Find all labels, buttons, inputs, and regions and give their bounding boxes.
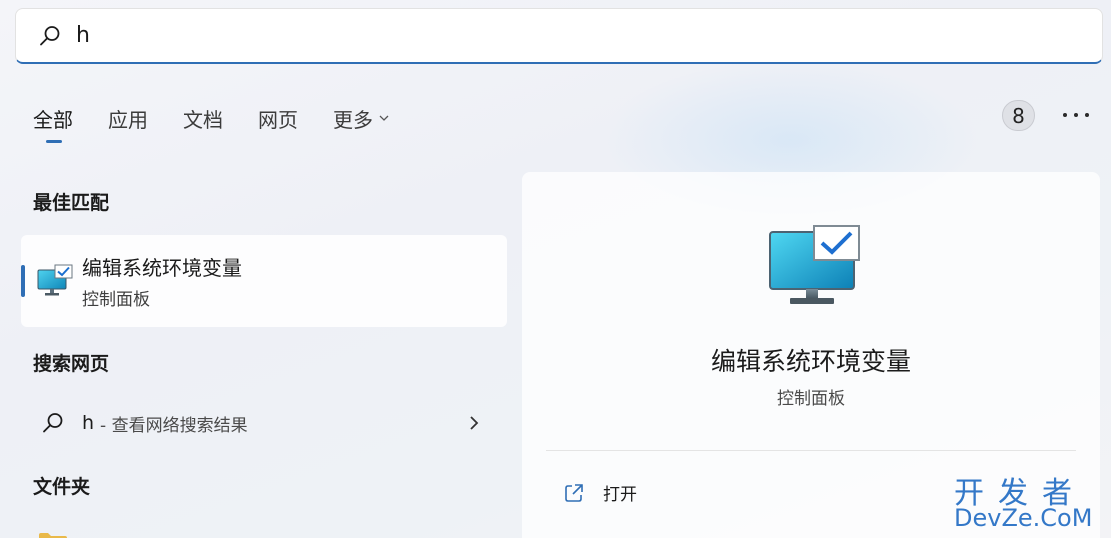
selection-indicator <box>21 265 25 297</box>
web-search-term: h <box>82 412 95 434</box>
detail-subtitle: 控制面板 <box>777 389 845 409</box>
search-bar[interactable] <box>15 8 1103 64</box>
folders-heading: 文件夹 <box>33 476 91 498</box>
system-properties-icon <box>769 225 860 304</box>
best-match-item[interactable]: 编辑系统环境变量 控制面板 <box>21 235 507 327</box>
search-icon <box>43 413 63 433</box>
result-count-badge[interactable]: 8 <box>1002 100 1035 131</box>
tab-documents[interactable]: 文档 <box>183 103 223 133</box>
tab-all[interactable]: 全部 <box>33 103 73 143</box>
dot-icon <box>1063 113 1067 117</box>
best-match-title: 编辑系统环境变量 <box>82 256 242 280</box>
tab-more[interactable]: 更多 <box>333 103 390 133</box>
watermark-text-bottom: DevZe.CoM <box>954 504 1093 532</box>
search-icon <box>40 25 60 45</box>
folder-result[interactable] <box>33 527 507 538</box>
tab-apps[interactable]: 应用 <box>108 103 148 133</box>
tab-web[interactable]: 网页 <box>258 103 298 133</box>
best-match-subtitle: 控制面板 <box>82 290 150 310</box>
detail-title: 编辑系统环境变量 <box>710 347 911 376</box>
watermark-logo: 开发者 DevZe.CoM <box>952 468 1102 532</box>
open-action[interactable]: 打开 <box>564 480 637 505</box>
dot-icon <box>1074 113 1078 117</box>
system-properties-icon <box>37 264 73 296</box>
search-input[interactable] <box>76 23 976 48</box>
chevron-down-icon <box>379 115 389 121</box>
web-search-result[interactable]: h - 查看网络搜索结果 <box>21 400 507 446</box>
open-label: 打开 <box>603 485 637 505</box>
web-search-hint: - 查看网络搜索结果 <box>100 415 248 436</box>
more-options-button[interactable] <box>1063 104 1089 126</box>
divider <box>546 450 1076 451</box>
chevron-right-icon <box>470 416 479 430</box>
dot-icon <box>1085 113 1089 117</box>
best-match-heading: 最佳匹配 <box>33 192 110 214</box>
web-search-heading: 搜索网页 <box>33 353 110 375</box>
open-external-icon <box>565 483 583 502</box>
filter-tabs: 全部 应用 文档 网页 更多 <box>33 103 425 143</box>
folder-icon <box>39 533 67 538</box>
